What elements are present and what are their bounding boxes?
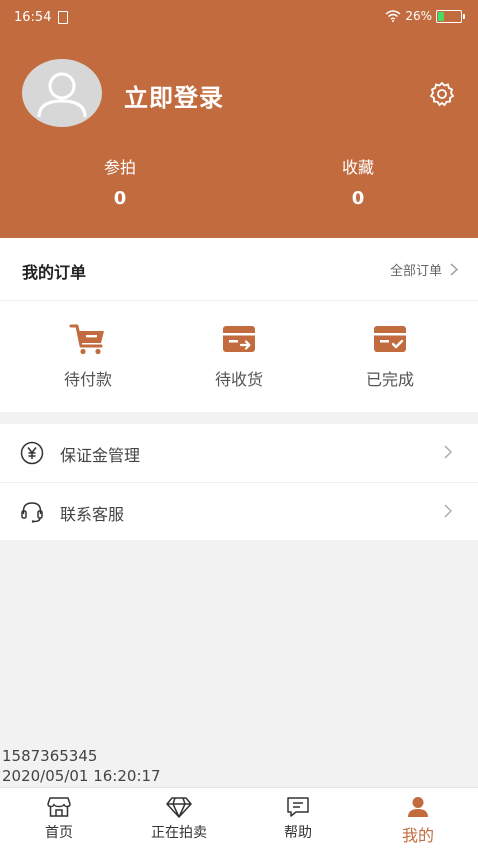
battery-fill <box>438 11 445 21</box>
chevron-right-icon <box>444 445 452 459</box>
tab-bar: 首页 正在拍卖 帮助 我的 <box>0 787 478 851</box>
tab-mine[interactable]: 我的 <box>368 796 468 846</box>
status-bar: 16:54 26% <box>0 0 478 36</box>
gear-icon <box>429 81 455 107</box>
store-icon <box>47 797 71 817</box>
wifi-icon <box>385 10 401 22</box>
settings-menu: 保证金管理 联系客服 <box>0 424 478 540</box>
avatar[interactable] <box>22 59 102 127</box>
all-orders-link[interactable]: 全部订单 <box>390 260 458 279</box>
menu-label: 保证金管理 <box>60 446 141 465</box>
order-awaiting-delivery[interactable]: 待收货 <box>179 322 299 390</box>
cart-icon <box>69 324 104 355</box>
device-id: 1587365345 <box>2 747 98 765</box>
profile-header: 16:54 26% 立即登录 参拍 0 收藏 0 <box>0 0 478 238</box>
menu-item-deposit[interactable]: 保证金管理 <box>0 424 478 483</box>
stat-bids[interactable]: 参拍 0 <box>60 154 180 209</box>
settings-button[interactable] <box>428 80 456 108</box>
sim-icon <box>58 11 68 24</box>
status-time: 16:54 <box>14 10 52 25</box>
stat-value: 0 <box>113 188 127 209</box>
tab-label: 正在拍卖 <box>151 825 207 841</box>
person-icon <box>408 797 428 817</box>
order-label: 已完成 <box>365 370 414 389</box>
battery-percent: 26% <box>405 9 432 23</box>
stat-label: 收藏 <box>341 158 374 177</box>
menu-label: 联系客服 <box>60 505 125 524</box>
orders-card: 我的订单 全部订单 待付款 待收货 已完成 <box>0 238 478 412</box>
tab-auction[interactable]: 正在拍卖 <box>129 796 229 842</box>
tab-label: 我的 <box>401 826 434 845</box>
chevron-right-icon <box>444 504 452 518</box>
status-right: 26% <box>385 9 465 23</box>
battery-icon <box>436 9 465 23</box>
delivery-box-icon <box>223 326 255 352</box>
orders-title: 我的订单 <box>22 263 87 282</box>
order-label: 待付款 <box>63 370 112 389</box>
stat-value: 0 <box>351 188 365 209</box>
tab-label: 帮助 <box>284 825 312 841</box>
stat-label: 参拍 <box>103 158 136 177</box>
yuan-icon <box>20 441 44 465</box>
login-link[interactable]: 立即登录 <box>124 78 224 113</box>
orders-header: 我的订单 全部订单 <box>0 238 478 301</box>
tab-home[interactable]: 首页 <box>9 796 109 842</box>
tab-label: 首页 <box>45 825 73 841</box>
stat-favorites[interactable]: 收藏 0 <box>298 154 418 209</box>
completed-box-icon <box>374 326 406 352</box>
tab-help[interactable]: 帮助 <box>248 796 348 842</box>
user-avatar-icon <box>37 72 87 118</box>
menu-item-customer-service[interactable]: 联系客服 <box>0 483 478 541</box>
order-pending-payment[interactable]: 待付款 <box>28 322 148 390</box>
diamond-icon <box>166 797 192 818</box>
chevron-right-icon <box>450 263 458 276</box>
order-label: 待收货 <box>214 370 263 389</box>
order-completed[interactable]: 已完成 <box>330 322 450 390</box>
message-icon <box>287 797 309 817</box>
all-orders-label: 全部订单 <box>389 264 442 279</box>
headset-icon <box>21 502 43 523</box>
device-info: 1587365345 2020/05/01 16:20:17 <box>2 746 161 786</box>
device-timestamp: 2020/05/01 16:20:17 <box>2 767 161 785</box>
